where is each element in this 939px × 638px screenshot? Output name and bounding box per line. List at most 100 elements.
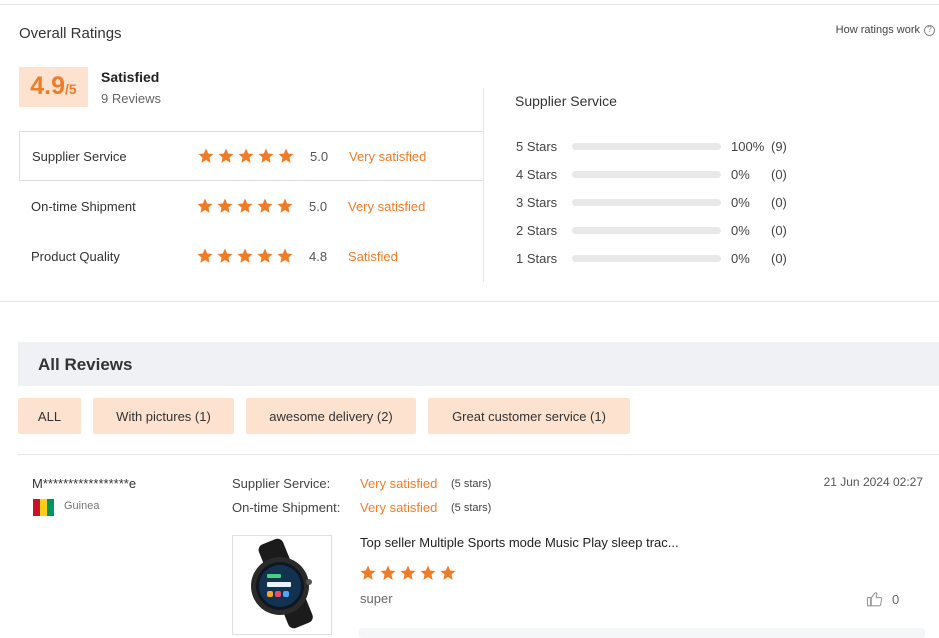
metric-row-supplier-service[interactable]: Supplier Service 5.0 Very satisfied [19,131,484,181]
distribution-title: Supplier Service [515,93,617,109]
distribution-row-5: 5 Stars 100% (9) [516,138,787,154]
product-title-link[interactable]: Top seller Multiple Sports mode Music Pl… [360,535,679,550]
star-icon [360,565,376,580]
star-icon [237,198,253,213]
distribution-row-3: 3 Stars 0% (0) [516,194,787,210]
star-icon [278,148,294,163]
overall-ratings-title: Overall Ratings [19,25,122,42]
metric-row-product-quality[interactable]: Product Quality 4.8 Satisfied [19,231,484,281]
metric-verdict: Very satisfied [349,148,427,164]
distribution-bar [572,142,721,150]
review-count: 9 Reviews [101,91,161,106]
star-icon [258,148,274,163]
star-icon [238,148,254,163]
review-shipment-stars: (5 stars) [451,502,492,514]
review-star-rating [359,564,457,582]
distribution-row-1: 1 Stars 0% (0) [516,250,787,266]
star-icon [257,248,273,263]
overall-score-denominator: /5 [65,81,77,97]
review-shipment-verdict: Very satisfied [360,500,438,515]
distribution-bar [572,226,721,234]
star-rating [196,247,294,265]
overall-satisfaction-label: Satisfied [101,69,160,85]
metric-verdict: Satisfied [348,248,398,264]
metric-name: Supplier Service [32,148,127,164]
distribution-percent: 0% [731,250,750,266]
filter-divider [18,454,939,455]
supplier-reply-box [359,628,925,638]
distribution-count: (0) [771,166,787,182]
star-icon [217,198,233,213]
distribution-percent: 0% [731,222,750,238]
star-rating [196,197,294,215]
all-reviews-title: All Reviews [38,355,133,374]
flag-stripe [33,499,40,516]
distribution-bar [572,170,721,178]
country-flag-icon [33,499,54,516]
thumbs-up-icon [866,592,883,607]
metric-name: Product Quality [31,248,120,264]
distribution-count: (0) [771,194,787,210]
distribution-count: (0) [771,222,787,238]
star-icon [218,148,234,163]
review-supplier-label: Supplier Service: [232,476,331,491]
star-icon [380,565,396,580]
star-rating [197,147,295,165]
distribution-bar [572,254,721,262]
star-icon [420,565,436,580]
overall-score: 4.9 [30,72,66,100]
review-date: 21 Jun 2024 02:27 [823,475,923,489]
distribution-bar [572,198,721,206]
reviewer-name: M*****************e [32,476,137,491]
distribution-label: 3 Stars [516,194,558,210]
star-icon [197,198,213,213]
distribution-count: (0) [771,250,787,266]
distribution-label: 2 Stars [516,222,558,238]
star-icon [197,248,213,263]
top-divider [0,4,939,5]
metric-row-on-time-shipment[interactable]: On-time Shipment 5.0 Very satisfied [19,181,484,231]
filter-awesome-delivery[interactable]: awesome delivery (2) [246,398,416,434]
metric-score: 4.8 [309,248,328,264]
smartwatch-image [251,538,313,629]
star-icon [277,248,293,263]
metric-score: 5.0 [309,198,328,214]
vertical-divider [483,88,484,282]
product-thumbnail[interactable] [232,535,332,635]
review-text: super [360,591,393,606]
how-ratings-label: How ratings work [835,24,920,36]
how-ratings-link[interactable]: How ratings work ? [836,24,935,36]
distribution-percent: 100% [731,138,765,154]
overall-score-badge: 4.9 /5 [19,67,88,107]
metric-score: 5.0 [310,148,329,164]
all-reviews-header: All Reviews [18,342,939,386]
section-divider [0,301,939,302]
review-supplier-verdict: Very satisfied [360,476,438,491]
star-icon [198,148,214,163]
flag-stripe [47,499,54,516]
filter-with-pictures[interactable]: With pictures (1) [93,398,234,434]
distribution-count: (9) [771,138,787,154]
review-shipment-label: On-time Shipment: [232,500,341,515]
star-icon [277,198,293,213]
distribution-label: 5 Stars [516,138,558,154]
distribution-row-4: 4 Stars 0% (0) [516,166,787,182]
star-icon [400,565,416,580]
distribution-label: 1 Stars [516,250,558,266]
like-button[interactable]: 0 [866,590,899,608]
metric-verdict: Very satisfied [348,198,426,214]
star-icon [237,248,253,263]
distribution-percent: 0% [731,166,750,182]
like-count: 0 [892,591,900,607]
star-icon [257,198,273,213]
filter-great-customer-service[interactable]: Great customer service (1) [428,398,630,434]
distribution-label: 4 Stars [516,166,558,182]
question-circle-icon: ? [924,24,935,36]
filter-all[interactable]: ALL [18,398,81,434]
metric-name: On-time Shipment [31,198,136,214]
flag-stripe [40,499,47,516]
reviewer-country: Guinea [64,500,100,512]
distribution-percent: 0% [731,194,750,210]
review-supplier-stars: (5 stars) [451,478,492,490]
star-icon [440,565,456,580]
